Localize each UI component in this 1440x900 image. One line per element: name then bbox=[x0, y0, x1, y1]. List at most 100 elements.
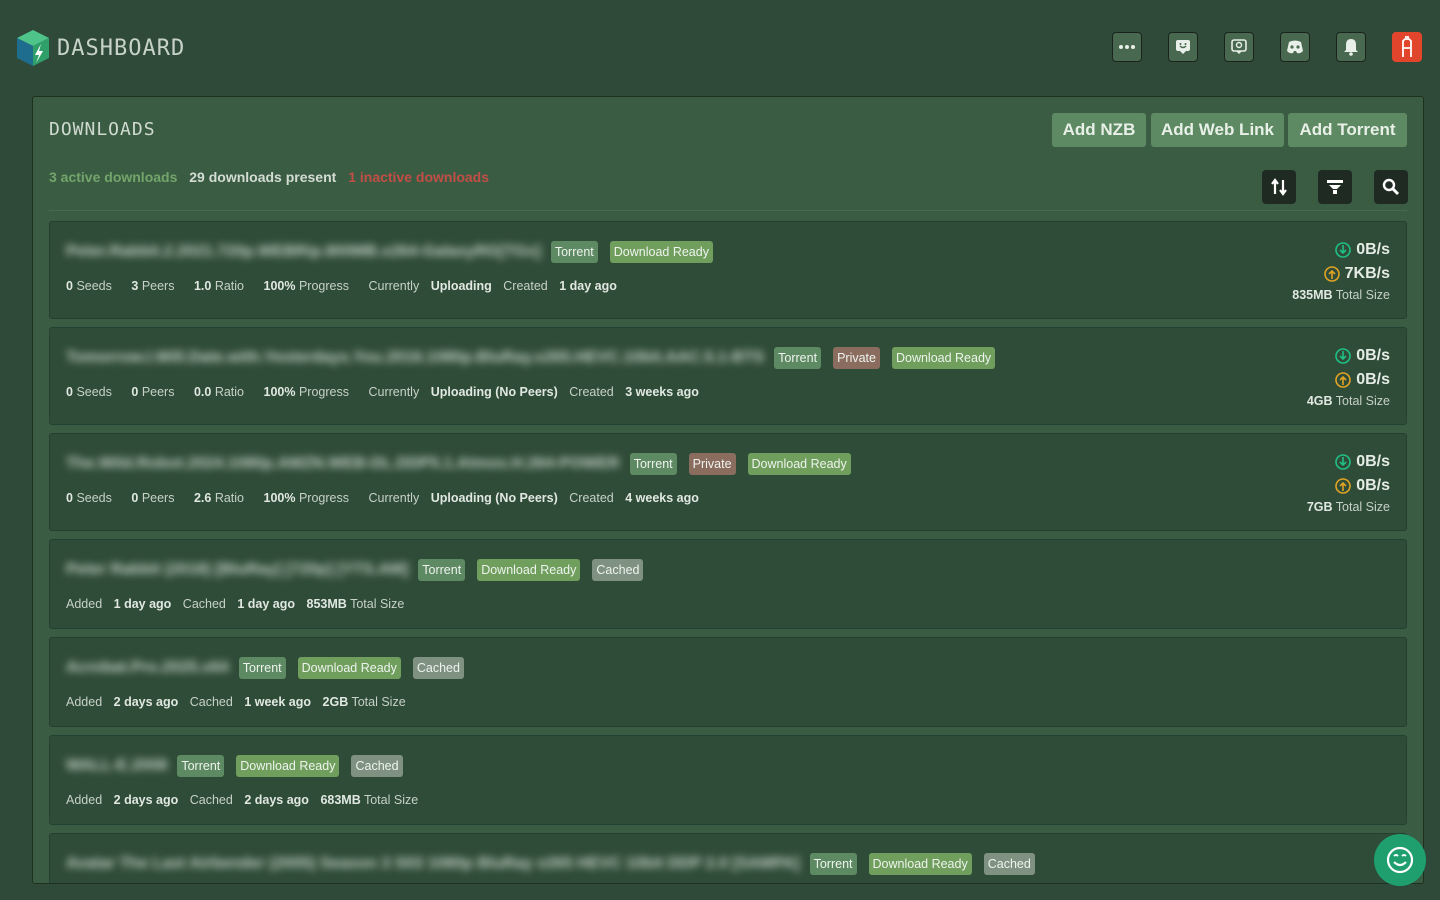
seeds-label: Seeds bbox=[76, 491, 112, 505]
support-chat-button[interactable] bbox=[1374, 834, 1426, 886]
discord-button[interactable] bbox=[1280, 32, 1310, 62]
total-size: 7GB Total Size bbox=[1307, 500, 1390, 514]
download-name: WALL-E.2008 bbox=[66, 757, 168, 774]
peers-value: 0 bbox=[131, 385, 139, 399]
download-name: Tomorrow.I.Will.Date.with.Yesterdays.You… bbox=[66, 349, 765, 366]
created-label: Created bbox=[569, 491, 614, 505]
active-count[interactable]: 3 active downloads bbox=[49, 169, 177, 185]
ideas-icon bbox=[1231, 39, 1247, 54]
app-title[interactable]: DASHBOARD bbox=[57, 36, 185, 62]
size-value: 7GB bbox=[1306, 500, 1333, 514]
feedback-button[interactable] bbox=[1168, 32, 1198, 62]
download-item[interactable]: Acrobat.Pro.2025.x64 Torrent Download Re… bbox=[49, 637, 1407, 727]
seeds-value: 0 bbox=[66, 279, 73, 293]
badge-download-ready: Download Ready bbox=[868, 853, 972, 875]
created-value: 4 weeks ago bbox=[625, 491, 699, 505]
ratio-value: 1.0 bbox=[193, 279, 212, 293]
cached-label: Cached bbox=[189, 695, 233, 709]
inactive-count[interactable]: 1 inactive downloads bbox=[348, 169, 489, 185]
size-value: 835MB bbox=[1292, 288, 1333, 302]
add-torrent-button[interactable]: Add Torrent bbox=[1288, 113, 1407, 147]
download-item[interactable]: The.Wild.Robot.2024.1080p.AMZN.WEB-DL.DD… bbox=[49, 433, 1407, 531]
status-label: Currently bbox=[368, 279, 420, 293]
progress-value: 100% bbox=[263, 279, 296, 293]
sort-button[interactable] bbox=[1262, 170, 1296, 204]
chat-bubble-icon bbox=[1176, 40, 1190, 54]
badge-torrent: Torrent bbox=[629, 453, 677, 475]
progress-label: Progress bbox=[298, 279, 349, 293]
download-name: Acrobat.Pro.2025.x64 bbox=[66, 659, 229, 676]
upload-speed: 0B/s bbox=[1335, 371, 1390, 389]
badge-download-ready: Download Ready bbox=[747, 453, 851, 475]
cached-value: 2 days ago bbox=[244, 793, 309, 807]
notifications-button[interactable] bbox=[1336, 32, 1366, 62]
download-meta: Added 1 day ago Cached 1 day ago 853MB T… bbox=[66, 597, 420, 611]
badge-torrent: Torrent bbox=[177, 755, 225, 777]
bell-icon bbox=[1344, 39, 1358, 56]
more-button[interactable] bbox=[1112, 32, 1142, 62]
download-item[interactable]: Tomorrow.I.Will.Date.with.Yesterdays.You… bbox=[49, 327, 1407, 425]
seeds-value: 0 bbox=[66, 385, 73, 399]
added-label: Added bbox=[66, 597, 103, 611]
download-item[interactable]: WALL-E.2008 Torrent Download Ready Cache… bbox=[49, 735, 1407, 825]
badge-cached: Cached bbox=[983, 853, 1035, 875]
badge-cached: Cached bbox=[351, 755, 403, 777]
top-bar: DASHBOARD bbox=[0, 0, 1440, 96]
badge-download-ready: Download Ready bbox=[891, 347, 996, 369]
download-item[interactable]: Peter.Rabbit.2.2021.720p.WEBRip.800MB.x2… bbox=[49, 221, 1407, 319]
cached-label: Cached bbox=[182, 597, 226, 611]
download-speed-value: 0B/s bbox=[1356, 241, 1390, 258]
download-name: Peter.Rabbit.2.2021.720p.WEBRip.800MB.x2… bbox=[66, 243, 541, 260]
download-meta: 0 Seeds 3 Peers 1.0 Ratio 100% Progress … bbox=[66, 279, 625, 293]
download-speed: 0B/s bbox=[1335, 241, 1390, 259]
added-value: 2 days ago bbox=[113, 793, 179, 807]
progress-label: Progress bbox=[298, 491, 349, 505]
upload-speed-value: 0B/s bbox=[1356, 477, 1390, 494]
download-meta: 0 Seeds 0 Peers 2.6 Ratio 100% Progress … bbox=[66, 491, 707, 505]
download-item[interactable]: Avatar The Last Airbender (2005) Season … bbox=[49, 833, 1407, 883]
avatar[interactable] bbox=[1392, 32, 1422, 62]
size-label: Total Size bbox=[1335, 288, 1390, 302]
progress-value: 100% bbox=[263, 491, 296, 505]
badge-download-ready: Download Ready bbox=[477, 559, 581, 581]
download-arrow-icon bbox=[1335, 348, 1352, 364]
ratio-label: Ratio bbox=[214, 279, 245, 293]
download-meta: Added 2 days ago Cached 1 week ago 2GB T… bbox=[66, 695, 422, 709]
ratio-label: Ratio bbox=[214, 385, 245, 399]
ideas-button[interactable] bbox=[1224, 32, 1254, 62]
total-size: 4GB Total Size bbox=[1307, 394, 1390, 408]
upload-speed: 0B/s bbox=[1335, 477, 1390, 495]
download-arrow-icon bbox=[1335, 242, 1352, 258]
peers-label: Peers bbox=[141, 491, 175, 505]
add-nzb-button[interactable]: Add NZB bbox=[1052, 113, 1146, 147]
upload-arrow-icon bbox=[1323, 266, 1340, 282]
size-label: Total Size bbox=[350, 597, 405, 611]
seeds-value: 0 bbox=[66, 491, 73, 505]
search-button[interactable] bbox=[1374, 170, 1408, 204]
download-name: Peter Rabbit (2018) [BluRay] [720p] [YTS… bbox=[66, 561, 409, 578]
divider bbox=[49, 210, 1407, 211]
more-icon bbox=[1119, 45, 1135, 49]
added-value: 2 days ago bbox=[113, 695, 179, 709]
download-speed-value: 0B/s bbox=[1356, 453, 1390, 470]
added-label: Added bbox=[66, 793, 103, 807]
size-value: 2GB bbox=[322, 695, 349, 709]
size-value: 4GB bbox=[1306, 394, 1333, 408]
added-value: 1 day ago bbox=[113, 597, 172, 611]
sort-icon bbox=[1271, 178, 1287, 196]
downloads-panel: DOWNLOADS Add NZB Add Web Link Add Torre… bbox=[32, 96, 1424, 884]
badge-private: Private bbox=[688, 453, 736, 475]
cached-label: Cached bbox=[189, 793, 233, 807]
filter-button[interactable] bbox=[1318, 170, 1352, 204]
add-web-link-button[interactable]: Add Web Link bbox=[1151, 113, 1284, 147]
upload-arrow-icon bbox=[1335, 372, 1352, 388]
present-count[interactable]: 29 downloads present bbox=[189, 169, 336, 185]
discord-icon bbox=[1287, 40, 1303, 54]
badge-download-ready: Download Ready bbox=[609, 241, 713, 263]
created-label: Created bbox=[503, 279, 548, 293]
peers-value: 0 bbox=[131, 491, 139, 505]
download-meta: Added 2 days ago Cached 2 days ago 683MB… bbox=[66, 793, 434, 807]
download-item[interactable]: Peter Rabbit (2018) [BluRay] [720p] [YTS… bbox=[49, 539, 1407, 629]
download-speed-value: 0B/s bbox=[1356, 347, 1390, 364]
download-speed: 0B/s bbox=[1335, 453, 1390, 471]
